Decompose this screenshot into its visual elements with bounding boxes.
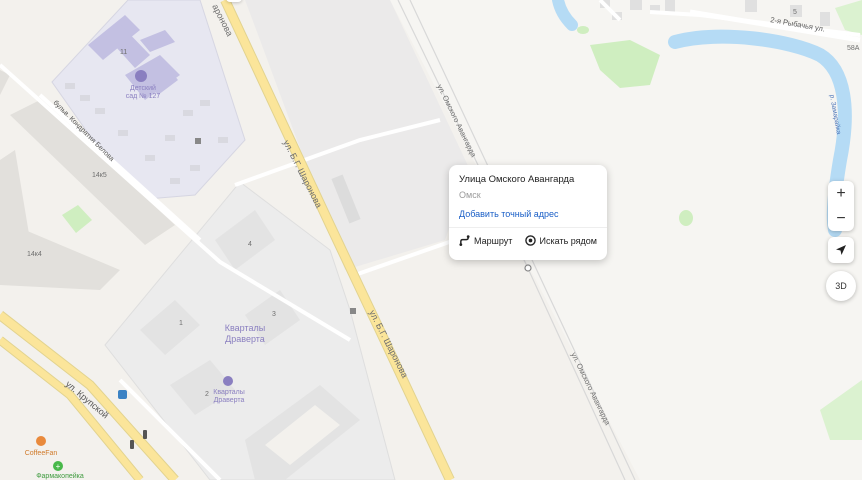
park-small	[679, 210, 693, 226]
geolocation-button[interactable]	[828, 237, 854, 263]
popup-city: Омск	[459, 190, 481, 200]
label-bldg-2: 2	[205, 391, 209, 398]
label-kvartaly-2: Драверта	[225, 334, 265, 344]
route-label: Маршрут	[474, 235, 513, 246]
search-nearby-icon	[524, 235, 536, 246]
3d-toggle-button[interactable]: 3D	[826, 271, 856, 301]
place-popup-card: Улица Омского Авангарда Омск Добавить то…	[449, 165, 607, 260]
geolocation-arrow-icon	[836, 245, 846, 255]
label-bldg-14k4: 14к4	[27, 251, 42, 258]
map-canvas[interactable]: + ул. Б.Г. Шаронова ул. Б.Г. Шаронова ар…	[0, 0, 862, 480]
label-bldg-4: 4	[248, 241, 252, 248]
cafe-icon[interactable]	[36, 436, 46, 446]
label-kvartaly-1: Кварталы	[225, 323, 265, 333]
kindergarten-icon[interactable]	[135, 70, 147, 82]
label-kindergarten-1: Детский	[130, 84, 156, 92]
popup-title: Улица Омского Авангарда	[459, 174, 575, 185]
label-bldg-11: 11	[120, 49, 127, 56]
residential-complex-icon[interactable]	[223, 376, 233, 386]
label-bldg-1: 1	[179, 320, 183, 327]
label-kvartaly-poi-1: Кварталы	[213, 389, 245, 396]
route-icon	[459, 235, 470, 246]
traffic-light-icon	[143, 430, 147, 439]
gate-icon	[195, 138, 201, 144]
zoom-in-button[interactable]: +	[828, 181, 854, 206]
label-pharmacy: Фармакопейка	[36, 472, 84, 480]
label-bldg-14k5: 14к5	[92, 172, 107, 179]
label-coffee: CoffeeFan	[25, 450, 58, 457]
search-nearby-button[interactable]: Искать рядом	[524, 235, 597, 246]
search-nearby-label: Искать рядом	[539, 235, 597, 246]
label-bldg-5: 5	[793, 9, 797, 16]
add-address-link[interactable]: Добавить точный адрес	[459, 208, 597, 220]
road-point-marker[interactable]	[524, 264, 532, 272]
popup-actions: Маршрут Искать рядом	[459, 235, 597, 246]
label-bldg-58a: 58А	[847, 45, 860, 52]
route-button[interactable]: Маршрут	[459, 235, 512, 246]
traffic-light-icon-2	[130, 440, 134, 449]
zoom-out-button[interactable]: −	[828, 206, 854, 231]
label-kindergarten-2: сад № 127	[126, 93, 161, 100]
svg-text:+: +	[56, 462, 61, 471]
bus-stop-icon[interactable]	[118, 390, 127, 399]
label-kvartaly-poi-2: Драверта	[214, 397, 245, 404]
label-bldg-3: 3	[272, 311, 276, 318]
popup-divider	[449, 227, 607, 228]
zoom-control: + −	[828, 181, 854, 231]
barrier-icon	[350, 308, 356, 314]
